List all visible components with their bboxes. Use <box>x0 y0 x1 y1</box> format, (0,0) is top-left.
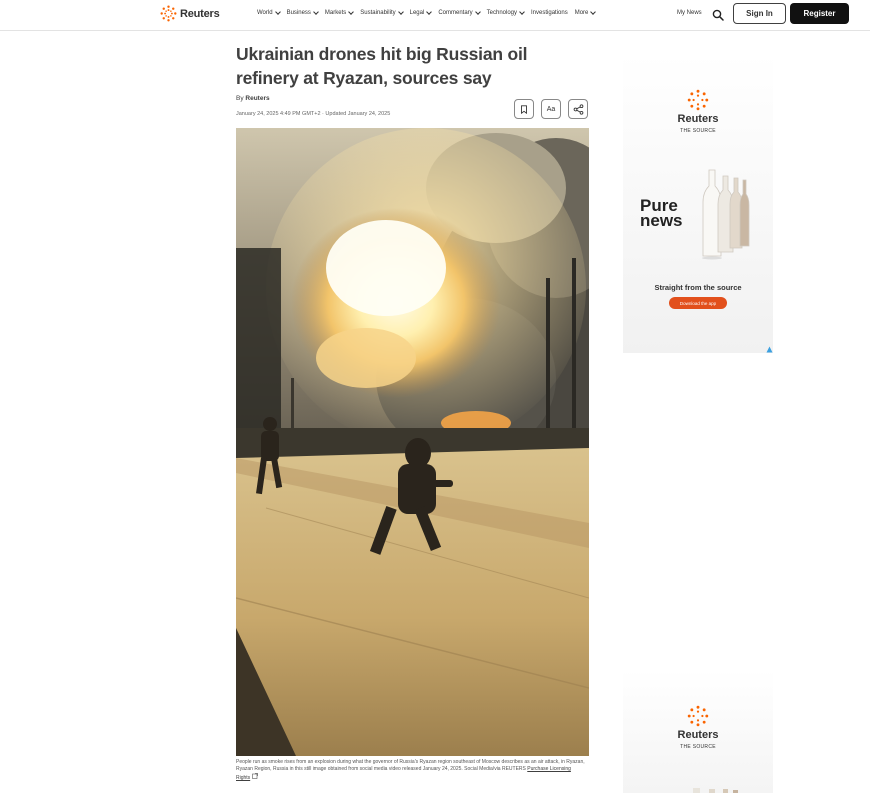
external-link-icon[interactable] <box>251 773 258 779</box>
ad-brand-subtitle: THE SOURCE <box>680 128 716 134</box>
chevron-down-icon <box>474 9 481 15</box>
article-photo[interactable] <box>236 128 589 756</box>
ad-brand-name: Reuters <box>677 729 719 741</box>
ad-brand-name: Reuters <box>677 113 719 125</box>
nav-label: World <box>257 10 273 16</box>
sign-in-button[interactable]: Sign In <box>733 3 786 24</box>
search-icon[interactable] <box>712 9 724 21</box>
nav-item-more[interactable]: More <box>574 9 597 16</box>
ad-tagline: Straight from the source <box>654 283 742 292</box>
reuters-ad-logo-icon <box>687 89 709 111</box>
nav-item-business[interactable]: Business <box>286 9 319 16</box>
chevron-down-icon <box>313 9 319 15</box>
reuters-logo[interactable]: Reuters <box>160 5 220 22</box>
nav-label: Sustainability <box>360 10 396 16</box>
nav-item-sustainability[interactable]: Sustainability <box>360 9 404 16</box>
nav-item-investigations[interactable]: Investigations <box>531 10 568 16</box>
explosion-scene-image <box>236 128 589 756</box>
chevron-down-icon <box>274 9 281 15</box>
nav-label: Technology <box>486 10 518 16</box>
ad-brand-subtitle: THE SOURCE <box>680 744 716 750</box>
share-button[interactable] <box>568 99 588 119</box>
article-dateline: January 24, 2025 4:49 PM GMT+2 · Updated… <box>236 111 391 117</box>
nav-item-technology[interactable]: Technology <box>486 9 525 16</box>
nav-label: More <box>574 10 589 16</box>
milk-bottles-image <box>702 169 750 260</box>
chevron-down-icon <box>397 9 404 15</box>
main-nav: World Business Markets Sustainability Le… <box>257 9 597 16</box>
nav-label: Markets <box>324 10 347 16</box>
chevron-down-icon <box>590 9 597 15</box>
nav-item-world[interactable]: World <box>257 9 281 16</box>
reuters-ad-logo-icon <box>687 705 709 727</box>
nav-item-commentary[interactable]: Commentary <box>438 9 481 16</box>
adchoices-icon[interactable] <box>766 346 773 353</box>
bookmark-icon <box>521 104 527 114</box>
chevron-down-icon <box>348 9 355 15</box>
site-header: Reuters World Business Markets Sustainab… <box>0 0 870 31</box>
reuters-logo-icon <box>160 5 177 22</box>
text-size-button[interactable]: Aa <box>541 99 561 119</box>
bottle-tops-image <box>693 788 738 793</box>
ad-headline-news: news <box>640 211 683 230</box>
download-app-button[interactable]: Download the app <box>669 297 727 309</box>
byline-prefix: By <box>236 95 244 102</box>
bookmark-button[interactable] <box>514 99 534 119</box>
nav-label: Legal <box>409 10 425 16</box>
text-size-label: Aa <box>546 105 556 113</box>
nav-label: Investigations <box>531 10 568 16</box>
byline: By Reuters <box>236 95 270 102</box>
nav-label: Commentary <box>438 10 473 16</box>
photo-caption: People run as smoke rises from an explos… <box>236 759 586 782</box>
chevron-down-icon <box>426 9 433 15</box>
nav-item-markets[interactable]: Markets <box>324 9 355 16</box>
brand-name: Reuters <box>180 7 220 20</box>
author-link[interactable]: Reuters <box>245 95 269 102</box>
nav-item-legal[interactable]: Legal <box>409 9 433 16</box>
my-news-link[interactable]: My News <box>677 10 702 16</box>
nav-label: Business <box>286 10 311 16</box>
register-button[interactable]: Register <box>790 3 849 24</box>
advertisement-bottom[interactable]: Reuters THE SOURCE <box>623 670 773 793</box>
chevron-down-icon <box>519 9 525 15</box>
advertisement-top[interactable]: Reuters THE SOURCE Pure news Straight fr… <box>623 53 773 353</box>
share-icon <box>573 103 583 115</box>
article-headline: Ukrainian drones hit big Russian oil ref… <box>236 44 528 88</box>
